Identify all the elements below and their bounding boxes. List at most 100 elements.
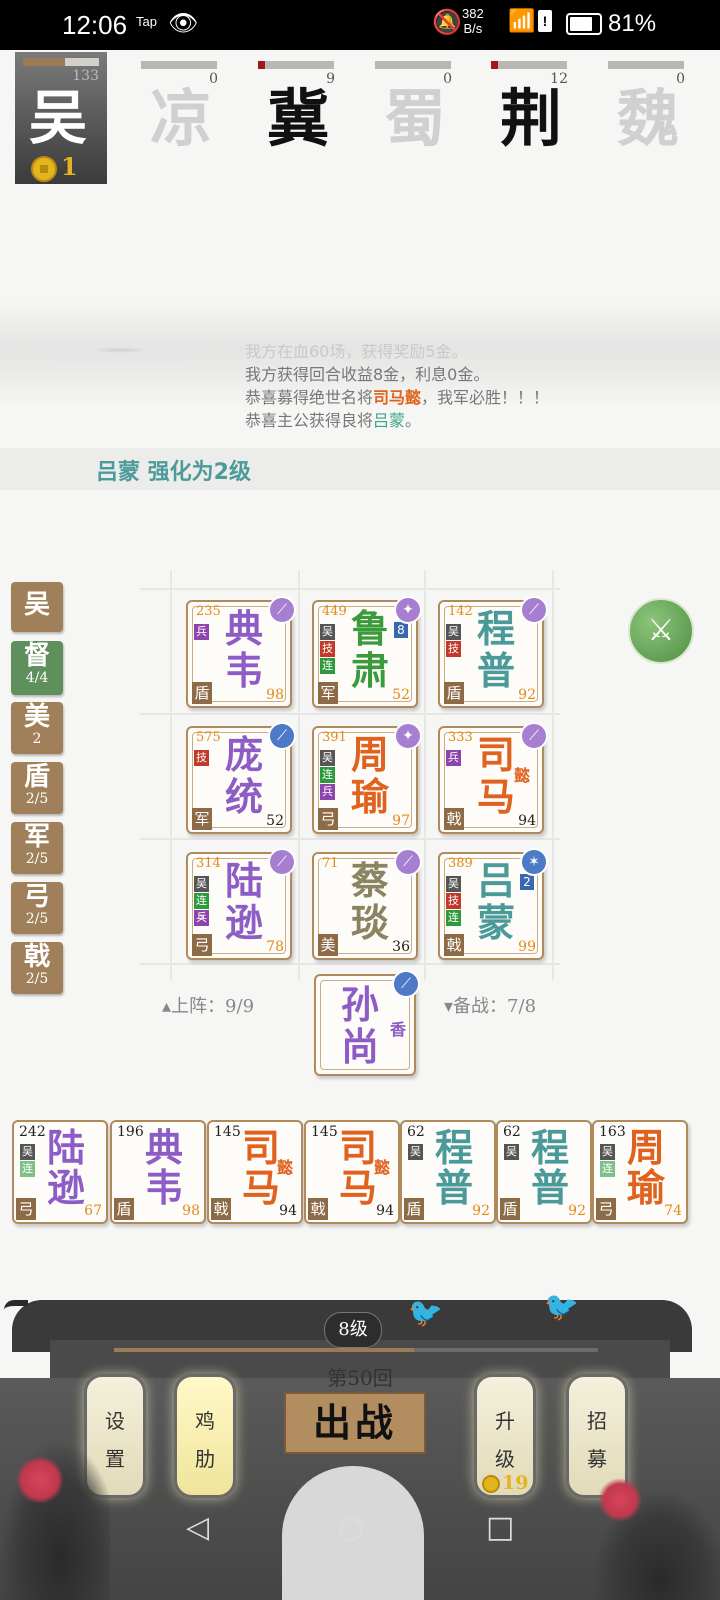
synergy-tag[interactable]: 督 4/4 [11,641,63,695]
kingdom-ji[interactable]: 9 冀 [255,55,347,185]
hero-name: 周瑜 [626,1125,665,1210]
synergy-tag[interactable]: 盾 2/5 [11,762,63,814]
bell-off-icon: 🔕 [432,9,462,36]
hero-level: 8 [394,622,408,638]
bird-icon: 🐦 [408,1296,443,1329]
bench-count: ▾备战：7/8 [444,996,537,1017]
hero-power: 52 [266,813,284,829]
hero-power: 92 [518,687,536,703]
synergy-tag[interactable]: 军 2/5 [11,822,63,874]
hero-card[interactable]: 575 技 庞统 ⟋ 军 52 [186,722,296,834]
deploy-count: ▴上阵：9/9 [162,996,255,1017]
kingdom-name: 蜀 [383,82,446,155]
bench-card[interactable]: 145 司马 懿 戟 94 [207,1120,303,1224]
weapon-icon: ⟋ [268,722,296,750]
bench-card[interactable]: 145 司马 懿 戟 94 [304,1120,400,1224]
network-speed: 382 B/s [462,6,484,36]
kingdom-shu[interactable]: 0 蜀 [372,55,464,185]
synergy-tag[interactable]: 美2 [11,702,63,754]
bench-card[interactable]: 196 典韦 盾 98 [110,1120,206,1224]
kingdom-name: 冀 [266,82,329,155]
hero-trait-badge: 兵 [194,624,209,640]
hero-name: 吕蒙 [476,858,515,945]
nav-back-icon[interactable]: ◁ [186,1510,209,1545]
hero-name: 司马 [476,732,515,819]
hero-level: 2 [520,874,534,890]
board-line [140,963,560,965]
bird-icon: 🐦 [544,1290,579,1323]
weapon-icon: ⟋ [520,722,548,750]
board-line [424,570,426,980]
hero-power: 52 [392,687,410,703]
bench-card[interactable]: 62 吴 程普 盾 92 [496,1120,592,1224]
hero-card[interactable]: 449 吴技连 鲁肃 8 ✦ 军 52 [312,596,422,708]
battery-icon [566,13,602,35]
hero-name: 陆逊 [224,858,263,945]
bench-card[interactable]: 163 吴连 周瑜 弓 74 [592,1120,688,1224]
battery-percent: 81% [608,10,657,37]
synergy-tag[interactable]: 弓 2/5 [11,882,63,934]
hero-name: 蔡琰 [350,858,389,945]
hero-hp: 314 [196,856,221,871]
kingdom-name: 吴 [28,84,87,152]
hero-name: 程普 [476,606,515,693]
spear-icon: ✶ [520,848,548,876]
nav-home-icon[interactable]: ○ [338,1510,364,1545]
hero-class: 弓 [192,934,212,956]
tap-indicator: Tap [136,14,157,29]
hero-card[interactable]: 333 兵 司马 懿 ⟋ 戟 94 [438,722,548,834]
bench-card[interactable]: 62 吴 程普 盾 92 [400,1120,496,1224]
log-line: 恭喜主公获得良将吕蒙。 [245,411,422,430]
hero-name: 庞统 [224,732,263,819]
hero-class: 军 [318,682,338,704]
hero-card[interactable]: 142 吴技 程普 ⟋ 盾 92 [438,596,548,708]
hero-class: 军 [192,808,212,830]
battle-log: 我方在血60场，获得奖励5金。 我方获得回合收益8金，利息0金。 恭喜募得绝世名… [245,340,705,432]
bench-card[interactable]: 242 吴连 陆逊 弓 67 [12,1120,108,1224]
cheat-button[interactable]: 鸡肋 [174,1374,236,1498]
hero-name: 典韦 [224,606,263,693]
kingdom-name: 魏 [616,82,679,155]
hero-hp: 389 [448,856,473,871]
hero-hp: 71 [322,856,339,871]
hero-class: 戟 [444,934,464,956]
kingdom-wu[interactable]: 133 吴 1 [15,52,107,184]
armor-icon: ✦ [394,596,422,624]
coin-icon [482,1475,500,1493]
hero-card[interactable]: 391 吴连兵 周瑜 ✦ 弓 97 [312,722,422,834]
hero-name: 周瑜 [350,732,389,819]
hero-hp: 333 [448,730,473,745]
hero-name-suffix: 香 [389,1020,406,1039]
hero-name: 孙尚 [340,982,379,1069]
kingdom-wei[interactable]: 0 魏 [605,55,697,185]
sword-skill-icon[interactable]: ⚔ [628,598,694,664]
hero-name: 鲁肃 [350,606,389,693]
player-level: 8级 [324,1312,382,1348]
hero-hp: 235 [196,604,221,619]
hero-card[interactable]: 389 吴技连₂ 吕蒙 2 ✶ 戟 99 [438,848,548,960]
hero-hp: 391 [322,730,347,745]
hero-name: 程普 [434,1125,473,1210]
hero-power: 78 [266,939,284,955]
kingdom-jing[interactable]: 12 荆 [488,55,580,185]
start-battle-button[interactable]: 出战 [284,1392,426,1454]
hero-card[interactable]: 314 吴连₂兵 陆逊 ⟋ 弓 78 [186,848,296,960]
weapon-icon: ⟋ [268,596,296,624]
hero-card[interactable]: 235 兵 典韦 ⟋ 盾 98 [186,596,296,708]
upgrade-cost: 19 [482,1472,528,1494]
synergy-tag[interactable]: 吴 [11,582,63,632]
gold-count: 1 [61,152,78,181]
hero-card[interactable]: 71 蔡琰 ⟋ 美 36 [312,848,422,960]
hero-hp: 575 [196,730,221,745]
board-line [140,838,560,840]
banner-text: 吕蒙 强化为2级 [96,460,251,485]
kingdom-liang[interactable]: 0 凉 [138,55,230,185]
wifi-icon: 📶 [508,8,536,33]
hero-power: 94 [518,813,536,829]
hero-name: 陆逊 [46,1125,85,1210]
hero-card-dragging[interactable]: 孙尚 香 ⟋ [314,970,420,1076]
hero-class: 盾 [192,682,212,704]
synergy-tag[interactable]: 戟 2/5 [11,942,63,994]
nav-recent-icon[interactable]: □ [486,1510,514,1545]
hero-power: 99 [518,939,536,955]
